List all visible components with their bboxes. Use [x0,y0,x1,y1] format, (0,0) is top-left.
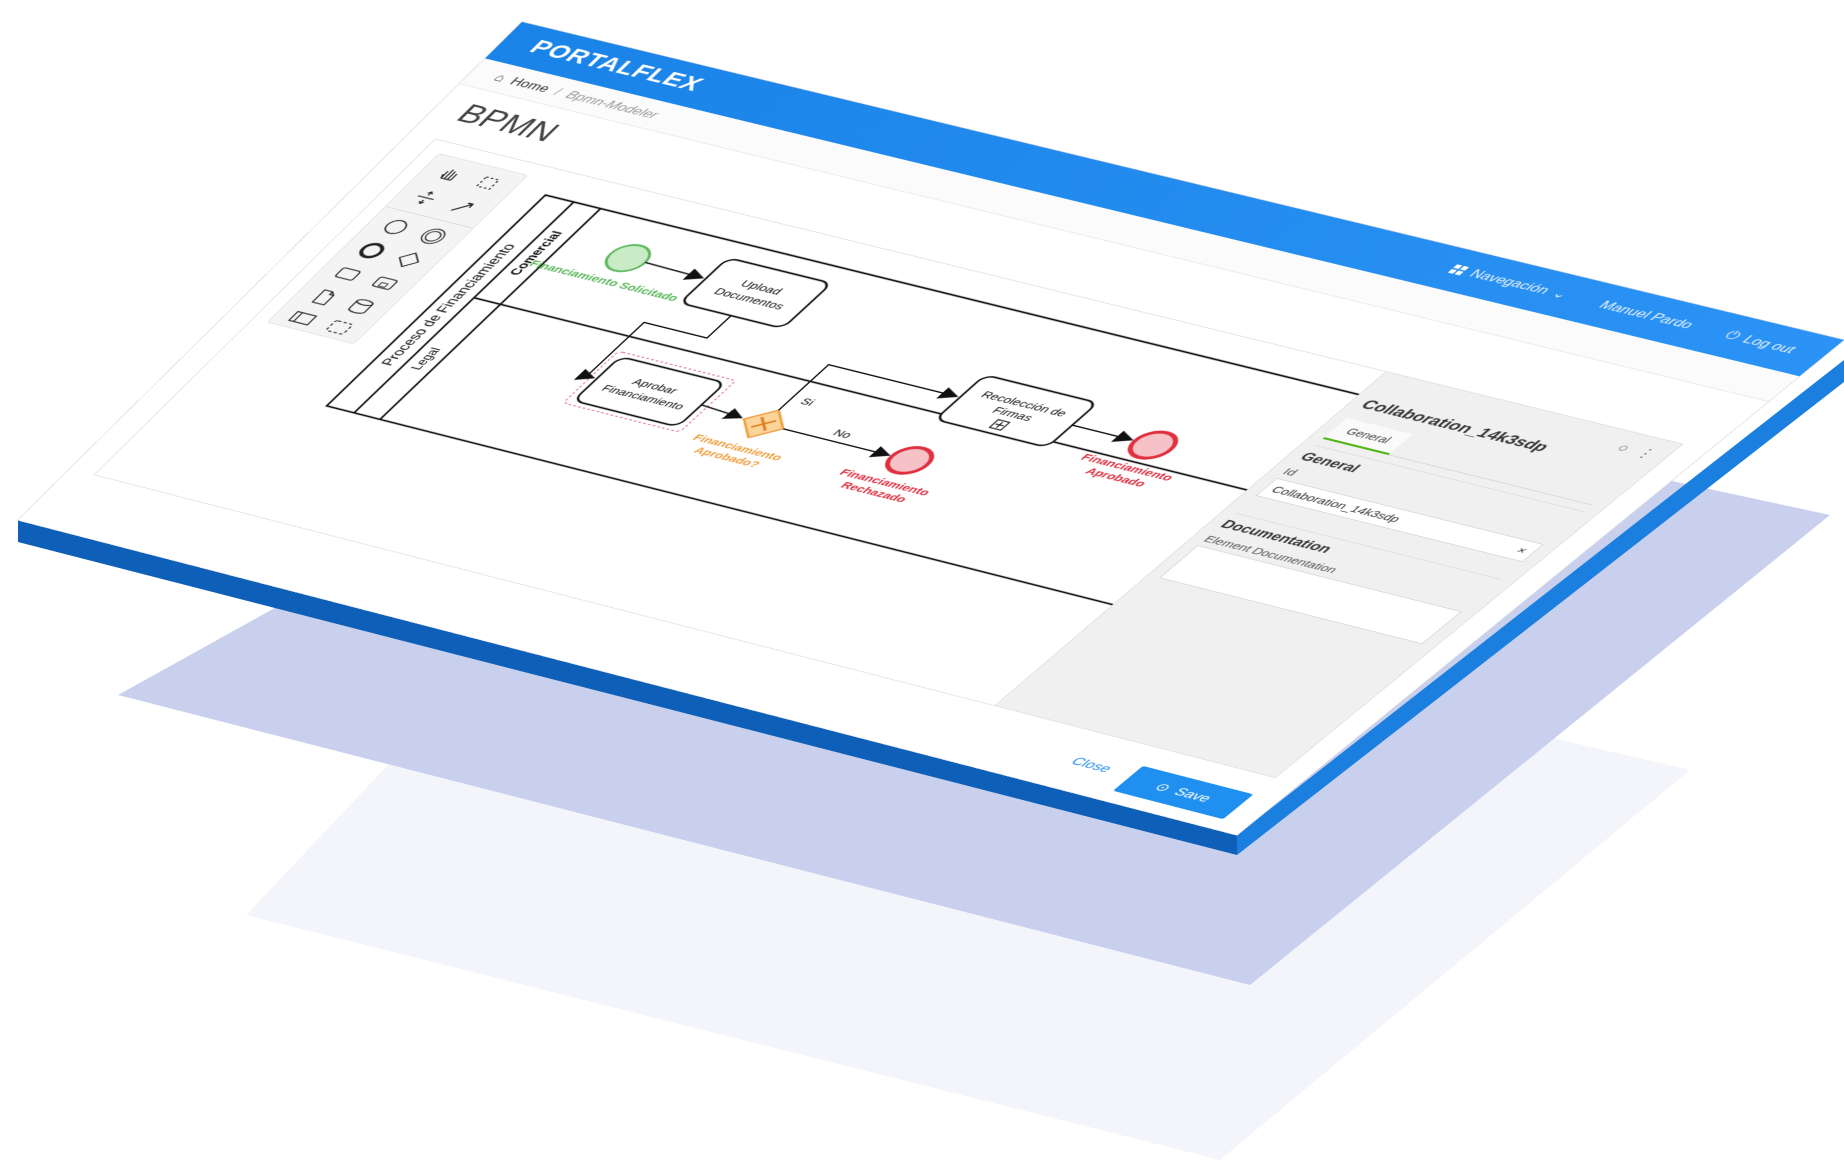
flow-approve-to-gateway[interactable] [699,405,744,418]
scene: PORTALFLEX Navegación ⌄ Manuel Pardo ⏻ L… [0,0,1844,1174]
more-options-icon[interactable]: ⋮ [1631,446,1661,462]
panel-toolbar: ○ ⋮ [1612,441,1661,461]
start-event-label: Financiamiento Solicitado [526,258,682,304]
chevron-down-icon: ⌄ [1547,286,1573,302]
lane-label-legal: Legal [407,346,444,371]
toggle-icon[interactable]: ○ [1612,441,1636,455]
end-event-rejected[interactable] [879,444,941,477]
logout-link[interactable]: ⏻ Log out [1720,329,1801,357]
navigation-label: Navegación [1465,267,1555,297]
start-event[interactable] [597,241,658,274]
flow-yes-label: Si [797,396,818,408]
breadcrumb-home[interactable]: Home [506,75,554,95]
save-label: Save [1170,785,1216,805]
user-name[interactable]: Manuel Pardo [1594,298,1698,331]
flow-signatures-to-end[interactable] [1072,425,1132,440]
close-button[interactable]: Close [1067,755,1115,775]
logout-label: Log out [1738,333,1801,356]
flow-no-label: No [830,427,856,440]
end-event-approved[interactable] [1121,428,1185,461]
breadcrumb-separator: / [550,85,566,98]
grid-icon [1447,264,1470,276]
page-title: BPMN [449,99,567,148]
task-upload-documentos[interactable] [680,258,832,329]
clear-icon[interactable]: × [1513,545,1532,556]
home-icon[interactable]: ⌂ [490,71,510,85]
flow-start-to-upload[interactable] [644,262,704,278]
save-icon: ⊙ [1151,780,1176,794]
